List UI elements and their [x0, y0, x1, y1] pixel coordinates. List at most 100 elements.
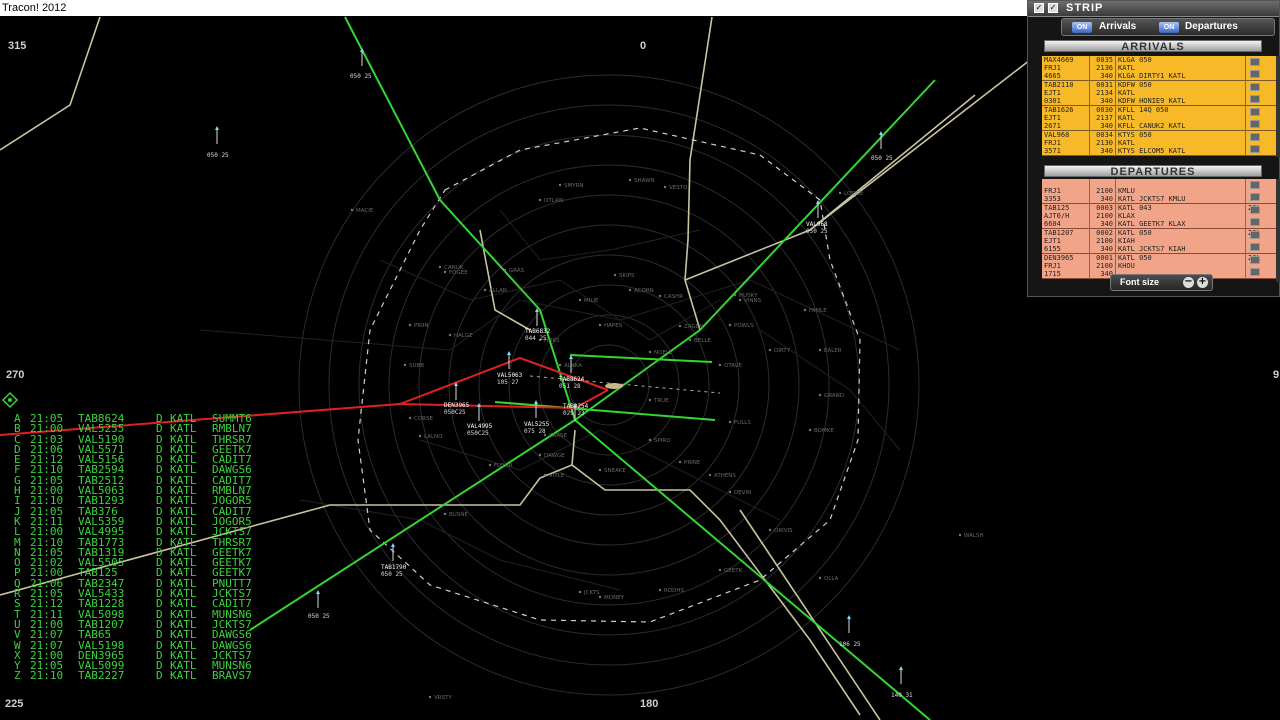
aircraft-target[interactable]: 050 25: [308, 590, 330, 620]
arrival-flight-strip[interactable]: TAB2110 EJT1 0301 0031 2134 340 KDFW 050 KATL KD…: [1042, 81, 1276, 106]
strip-text: KDFW HONIE9 KATL: [1118, 97, 1186, 105]
strip-action-button[interactable]: [1250, 231, 1260, 239]
strip-action-button[interactable]: [1250, 70, 1260, 78]
aircraft-target[interactable]: 050 25: [207, 126, 229, 159]
arrival-flight-strip[interactable]: TAB1626 EJT1 2671 0030 2137 340 KFLL 14Q 050 KA…: [1042, 106, 1276, 131]
arrivals-scrollbar[interactable]: [1276, 56, 1280, 157]
aircraft-target[interactable]: VAL4995050C25: [467, 403, 493, 437]
fix[interactable]: SUBB: [403, 363, 424, 369]
fix[interactable]: FLOOR: [488, 463, 513, 469]
fix[interactable]: OLLA: [818, 576, 839, 582]
fix[interactable]: POWLS: [728, 323, 754, 329]
fix[interactable]: MILIE: [578, 298, 599, 304]
strip-action-button[interactable]: [1250, 133, 1260, 141]
fix[interactable]: HALGE: [448, 333, 473, 339]
arrival-flight-strip[interactable]: MAX4669 FRJ1 4665 0035 2136 340 KLGA 050 KATL KL…: [1042, 56, 1276, 81]
fix[interactable]: DEVIN: [728, 490, 751, 496]
strip-text: FRJ1: [1044, 187, 1061, 195]
departure-flight-strip[interactable]: TAB1207 EJT1 6155 0002 2100 340 KATL 050 KIAH KA…: [1042, 229, 1276, 254]
fix[interactable]: ZAGEN: [678, 324, 703, 330]
fix[interactable]: TRUE: [648, 398, 669, 404]
fix[interactable]: VRSTY: [428, 695, 453, 701]
fix[interactable]: PRINE: [678, 460, 701, 466]
fix-label: CORSE: [414, 416, 433, 422]
aircraft-target[interactable]: 106 25: [839, 615, 861, 648]
fix[interactable]: MONEY: [598, 595, 625, 601]
aircraft-target[interactable]: TAB8624051 28: [559, 355, 585, 390]
fix[interactable]: ORIVIS: [768, 528, 793, 534]
departures-scrollbar[interactable]: [1276, 179, 1280, 282]
departures-header: DEPARTURES: [1044, 165, 1262, 178]
departures-toggle-label: Departures: [1185, 21, 1238, 32]
strip-action-button[interactable]: [1250, 256, 1260, 264]
fix[interactable]: OTLAW: [538, 198, 565, 204]
departures-toggle[interactable]: ON: [1159, 22, 1179, 33]
departures-strip-list[interactable]: FRJ1 3353 2100 340 KMLU KATL JCKTS7 KMLU TAB…: [1042, 179, 1276, 282]
strip-action-button[interactable]: [1250, 243, 1260, 251]
arrival-flight-strip[interactable]: VAL968 FRJ1 3571 0034 2130 340 KTYS 050 KATL KTY…: [1042, 131, 1276, 156]
strip-action-button[interactable]: [1250, 268, 1260, 276]
strip-action-button[interactable]: [1250, 218, 1260, 226]
navaid-marker[interactable]: [1, 391, 19, 409]
font-increase-button[interactable]: +: [1197, 277, 1208, 288]
fix[interactable]: CASHR: [658, 294, 683, 300]
fix[interactable]: VESTO: [663, 185, 688, 191]
fix[interactable]: FAMLE: [803, 308, 827, 314]
fix[interactable]: LODGE: [838, 191, 864, 197]
strip-pin-checkbox[interactable]: ✓: [1048, 3, 1058, 13]
fix[interactable]: ACORN: [628, 288, 654, 294]
fix[interactable]: SNEAKE: [598, 468, 627, 474]
fix[interactable]: SMYRN: [558, 183, 584, 189]
fix[interactable]: LALNO: [418, 434, 443, 440]
aircraft-target[interactable]: TAB1790050 25: [381, 543, 407, 578]
fix[interactable]: HAPES: [598, 323, 623, 329]
strip-action-button[interactable]: [1250, 193, 1260, 201]
strip-text: KATL 050: [1118, 254, 1152, 262]
fix-dot: [578, 298, 582, 302]
strip-text: 2134: [1096, 89, 1113, 97]
departure-flight-strip[interactable]: FRJ1 3353 2100 340 KMLU KATL JCKTS7 KMLU: [1042, 179, 1276, 204]
strip-action-button[interactable]: [1250, 83, 1260, 91]
arrivals-toggle[interactable]: ON: [1072, 22, 1092, 33]
fix[interactable]: BOMKE: [808, 428, 835, 434]
strip-action-button[interactable]: [1250, 206, 1260, 214]
fix[interactable]: BELLE: [688, 338, 712, 344]
fix[interactable]: SPIRO: [648, 438, 671, 444]
fix[interactable]: JCKTS: [578, 590, 600, 596]
fix[interactable]: CORSE: [408, 416, 434, 422]
fix-dot: [738, 298, 742, 302]
fix[interactable]: GRAND: [818, 393, 844, 399]
strip-column: TAB2110 EJT1 0301: [1042, 81, 1090, 106]
fix-label: SKIPS: [619, 273, 635, 279]
fix[interactable]: ATHENS: [708, 473, 737, 479]
aircraft-target[interactable]: 140 31: [891, 666, 913, 699]
font-decrease-button[interactable]: −: [1183, 277, 1194, 288]
strip-text: 0003: [1096, 204, 1113, 212]
strip-close-checkbox[interactable]: ✓: [1034, 3, 1044, 13]
strip-action-button[interactable]: [1250, 120, 1260, 128]
strip-action-button[interactable]: [1250, 58, 1260, 66]
strip-action-button[interactable]: [1250, 145, 1260, 153]
strip-action-button[interactable]: [1250, 108, 1260, 116]
fix[interactable]: RODHS: [658, 588, 685, 594]
fix[interactable]: SHAWN: [628, 178, 655, 184]
fix[interactable]: ALLAN: [483, 288, 507, 294]
fix[interactable]: SKIPS: [613, 273, 635, 279]
command-list-row[interactable]: Z 21:10 TAB2227 D KATL BRAVS7: [14, 670, 252, 681]
departure-flight-strip[interactable]: TAB125 AJT0/H 6604 0003 2100 340 KATL 043 KLAX K…: [1042, 204, 1276, 229]
strip-action-button[interactable]: [1250, 95, 1260, 103]
fix[interactable]: OTAVE: [718, 363, 743, 369]
arrivals-strip-list[interactable]: MAX4669 FRJ1 4665 0035 2136 340 KLGA 050 KATL KL…: [1042, 56, 1276, 157]
fix-label: OLLA: [824, 576, 839, 582]
fix[interactable]: NOELE: [648, 350, 673, 356]
fix[interactable]: PRIIN: [408, 323, 429, 329]
aircraft-target[interactable]: DEN3965050C25: [444, 382, 470, 416]
fix-label: GEETK: [724, 568, 743, 574]
aircraft-target[interactable]: VAL5063105 27: [497, 351, 523, 386]
fix[interactable]: DIRTY: [768, 348, 791, 354]
fix[interactable]: BUSNE: [443, 512, 469, 518]
fix[interactable]: WALSH: [958, 533, 984, 539]
fix[interactable]: EALER: [818, 348, 842, 354]
strip-text: FRJ1: [1044, 64, 1061, 72]
strip-action-button[interactable]: [1250, 181, 1260, 189]
